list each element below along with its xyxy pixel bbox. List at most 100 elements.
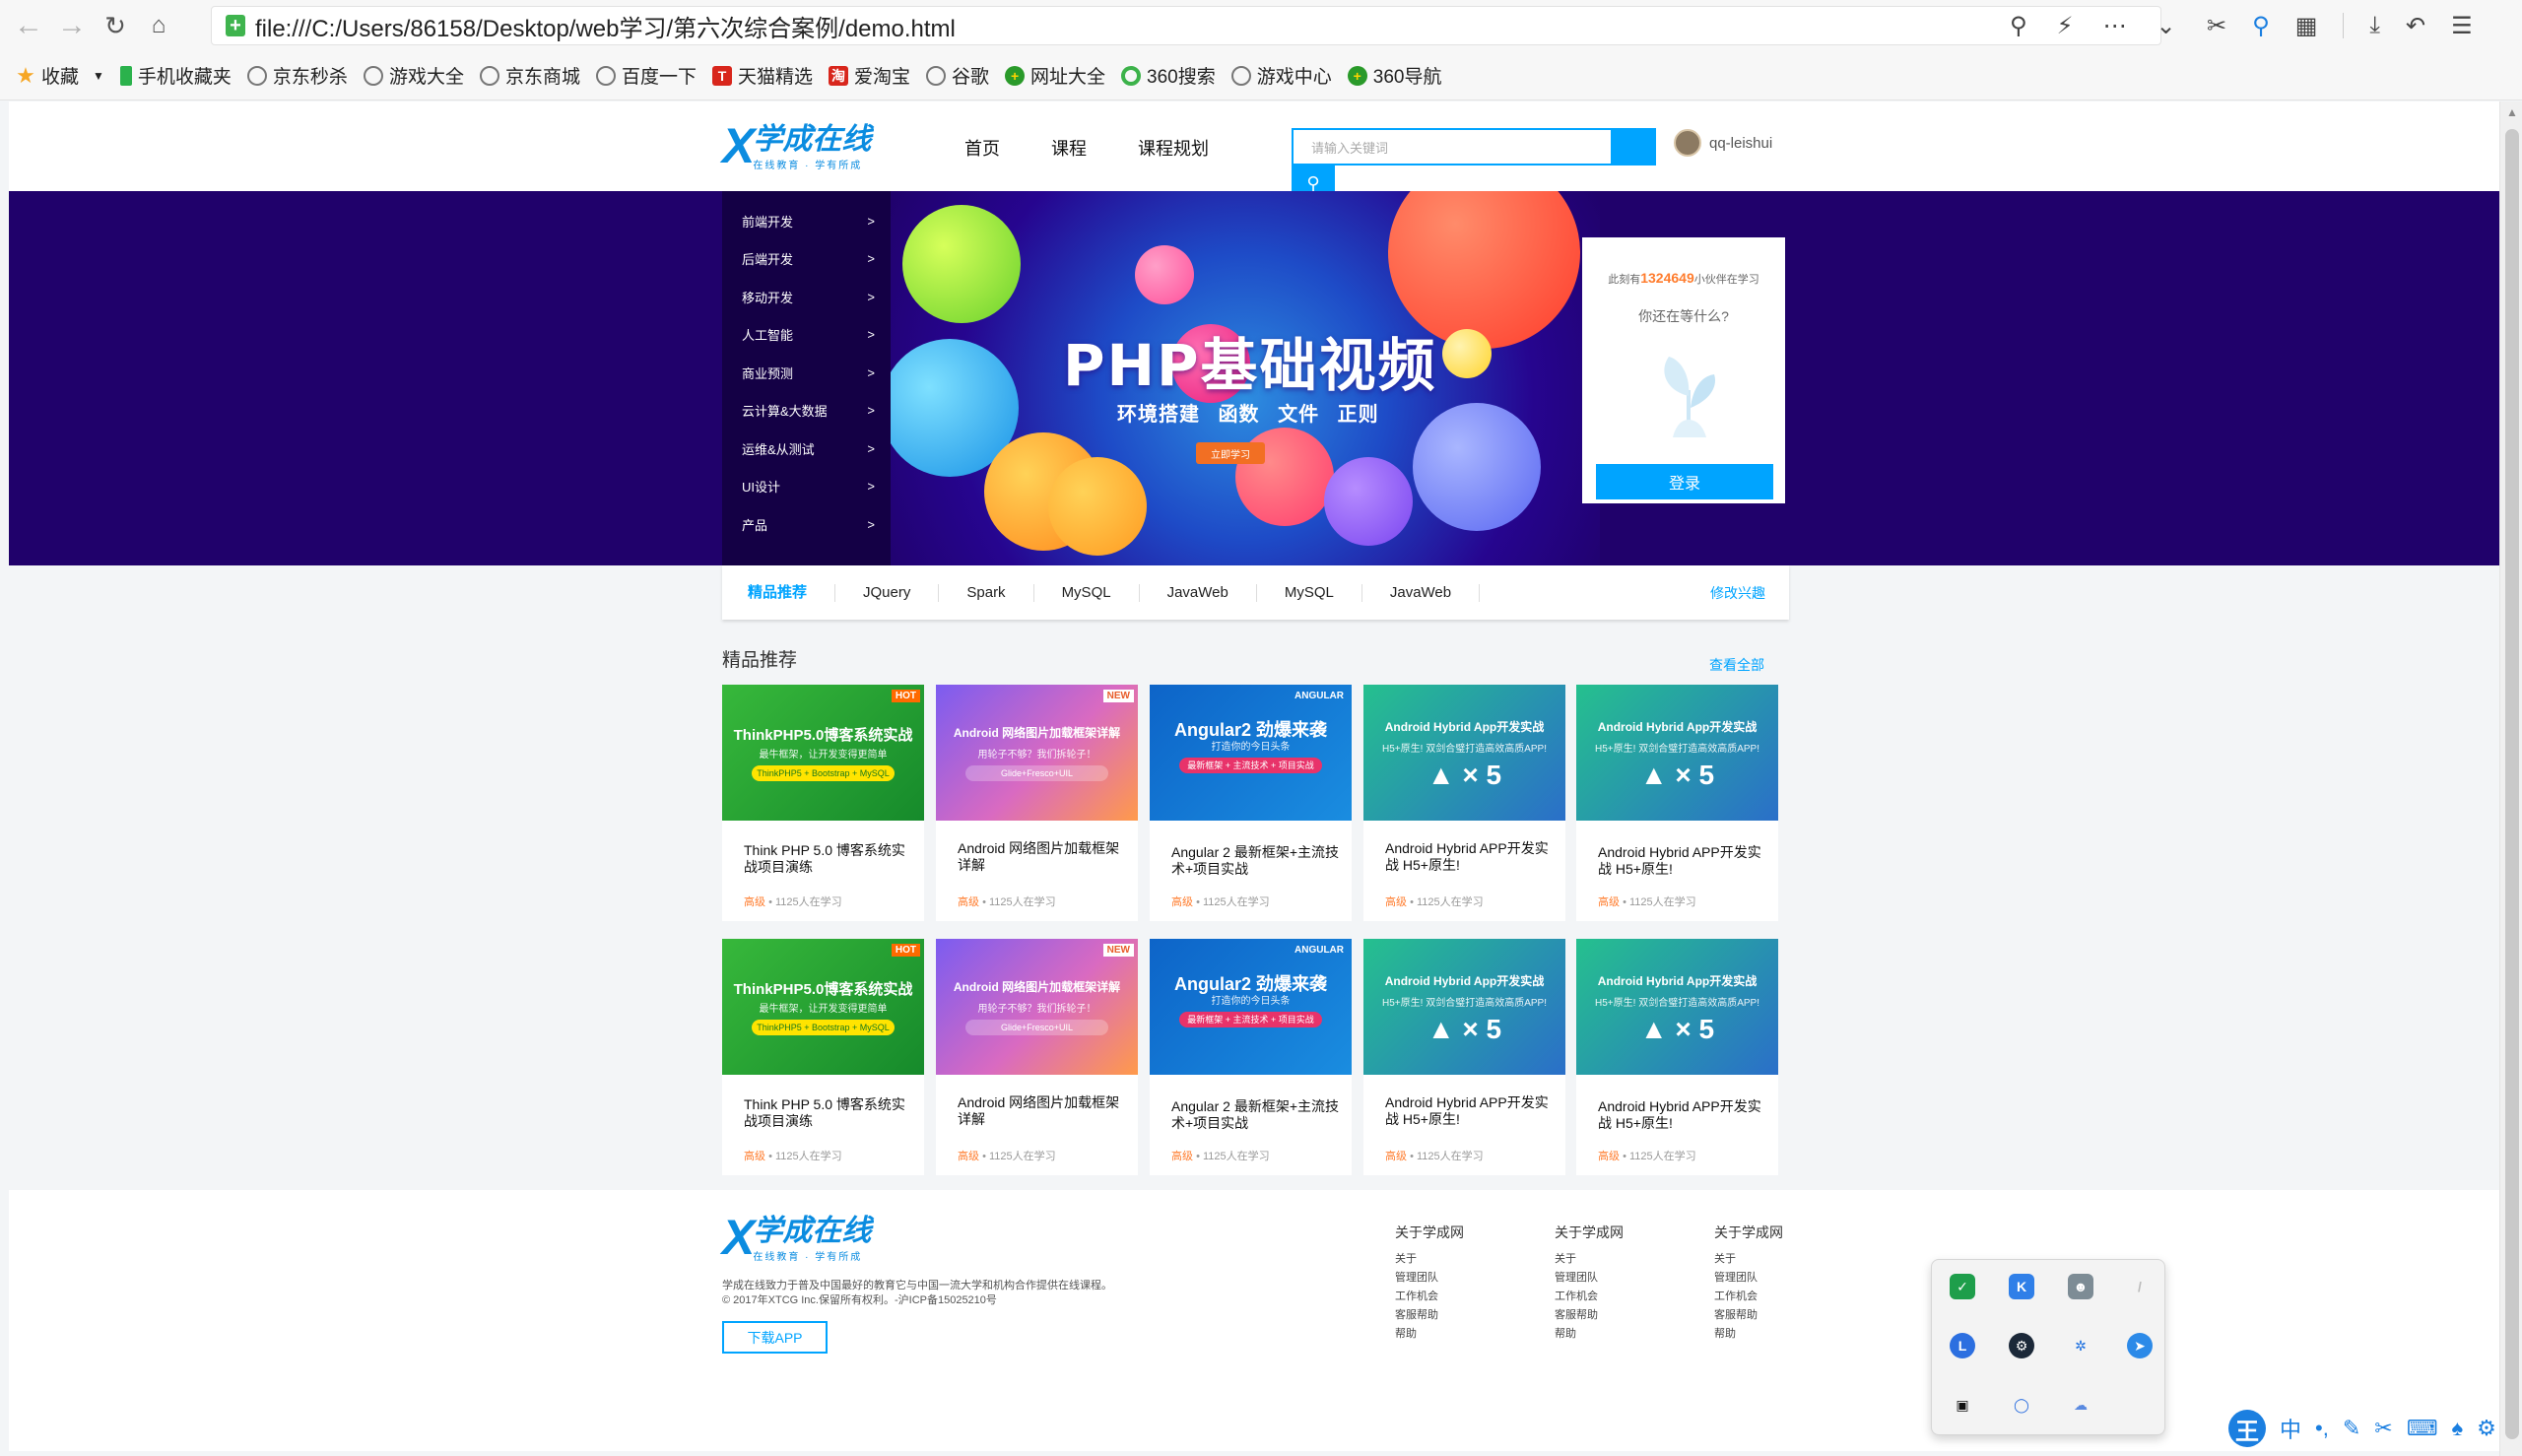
course-title[interactable]: Android Hybrid APP开发实战 H5+原生!: [1598, 1098, 1770, 1132]
bookmark-taobao[interactable]: 淘爱淘宝: [829, 62, 910, 89]
footer-link[interactable]: 管理团队: [1714, 1269, 1783, 1288]
scissors-icon[interactable]: ✂: [2374, 1416, 2392, 1441]
footer-link[interactable]: 管理团队: [1395, 1269, 1464, 1288]
zoom-search-icon[interactable]: ⚲: [2010, 12, 2027, 40]
download-icon[interactable]: ⤓: [2369, 12, 2380, 39]
forward-icon[interactable]: →: [57, 11, 87, 40]
course-thumbnail[interactable]: NEW Android 网络图片加载框架详解 用轮子不够？我们拆轮子！ Glide+F…: [936, 685, 1138, 821]
category-item[interactable]: 商业预测 >: [722, 354, 891, 392]
site-logo[interactable]: X 学成在线 在线教育 · 学有所成: [722, 121, 871, 171]
footer-link[interactable]: 关于: [1395, 1250, 1464, 1269]
bookmark-baidu[interactable]: 百度一下: [595, 62, 697, 89]
course-thumbnail[interactable]: NEW Android 网络图片加载框架详解 用轮子不够？我们拆轮子！ Glide+F…: [936, 939, 1138, 1075]
settings-icon[interactable]: ⚙: [2477, 1416, 2496, 1441]
edit-interests-link[interactable]: 修改兴趣: [1710, 583, 1765, 603]
bookmark-favorites[interactable]: ★ 收藏 ▼: [16, 62, 104, 89]
chevron-down-icon[interactable]: ⌄: [2156, 12, 2175, 40]
user-menu[interactable]: qq-leishui: [1674, 129, 1772, 157]
footer-link[interactable]: 工作机会: [1555, 1288, 1624, 1306]
tab-featured[interactable]: 精品推荐: [722, 583, 836, 602]
nav-course-plan[interactable]: 课程规划: [1138, 135, 1209, 161]
user-app-icon[interactable]: ☻: [2068, 1274, 2093, 1299]
bookmark-360nav[interactable]: +360导航: [1347, 62, 1441, 89]
course-title[interactable]: Android Hybrid APP开发实战 H5+原生!: [1385, 1094, 1558, 1128]
category-item[interactable]: UI设计 >: [722, 468, 891, 506]
course-title[interactable]: Angular 2 最新框架+主流技术+项目实战: [1171, 1098, 1344, 1132]
shirt-icon[interactable]: ♠: [2451, 1416, 2463, 1441]
ime-mode[interactable]: 中: [2280, 1413, 2301, 1444]
tab-javaweb-2[interactable]: JavaWeb: [1362, 583, 1481, 602]
course-thumbnail[interactable]: Android Hybrid App开发实战 H5+原生! 双剑合璧打造高效高质A…: [1363, 685, 1565, 821]
course-card[interactable]: Android Hybrid App开发实战 H5+原生! 双剑合璧打造高效高质A…: [1363, 939, 1565, 1175]
category-item[interactable]: 前端开发 >: [722, 202, 891, 240]
course-card[interactable]: Android Hybrid App开发实战 H5+原生! 双剑合璧打造高效高质A…: [1576, 939, 1778, 1175]
course-thumbnail[interactable]: HOT ThinkPHP5.0博客系统实战 最牛框架，让开发变得更简单 ThinkPH…: [722, 685, 924, 821]
course-title[interactable]: Think PHP 5.0 博客系统实战项目演练: [744, 1096, 916, 1130]
course-card[interactable]: Android Hybrid App开发实战 H5+原生! 双剑合璧打造高效高质A…: [1576, 685, 1778, 921]
footer-link[interactable]: 客服帮助: [1714, 1306, 1783, 1325]
footer-logo[interactable]: X 学成在线 在线教育 · 学有所成: [722, 1213, 871, 1263]
reload-icon[interactable]: ↻: [100, 11, 130, 40]
back-icon[interactable]: ←: [14, 11, 43, 40]
bookmark-google[interactable]: 谷歌: [926, 62, 989, 89]
caret-down-icon[interactable]: ▼: [93, 69, 104, 83]
search-input[interactable]: 请输入关键词: [1292, 128, 1613, 165]
category-item[interactable]: 移动开发 >: [722, 278, 891, 316]
footer-link[interactable]: 关于: [1714, 1250, 1783, 1269]
scroll-up-icon[interactable]: ▲: [2506, 105, 2518, 119]
scrollbar-thumb[interactable]: [2505, 129, 2519, 1439]
course-title[interactable]: Angular 2 最新框架+主流技术+项目实战: [1171, 844, 1344, 878]
page-scrollbar[interactable]: ▲: [2499, 101, 2522, 1456]
course-card[interactable]: HOT ThinkPHP5.0博客系统实战 最牛框架，让开发变得更简单 ThinkPH…: [722, 685, 924, 921]
pencil-icon[interactable]: ✎: [2343, 1416, 2360, 1441]
footer-link[interactable]: 工作机会: [1714, 1288, 1783, 1306]
category-item[interactable]: 人工智能 >: [722, 316, 891, 355]
clock-app-icon[interactable]: L: [1950, 1333, 1975, 1358]
course-title[interactable]: Android Hybrid APP开发实战 H5+原生!: [1385, 840, 1558, 874]
nav-home[interactable]: 首页: [964, 135, 1000, 161]
tab-javaweb[interactable]: JavaWeb: [1140, 583, 1257, 602]
bookmark-hao[interactable]: + 网址大全: [1005, 62, 1105, 89]
more-icon[interactable]: ⋯: [2102, 12, 2126, 40]
footer-link[interactable]: 帮助: [1395, 1325, 1464, 1344]
bookmark-gamecenter[interactable]: 游戏中心: [1230, 62, 1332, 89]
category-item[interactable]: 产品 >: [722, 505, 891, 544]
bookmark-mobile[interactable]: 手机收藏夹: [119, 62, 232, 89]
tab-mysql[interactable]: MySQL: [1034, 583, 1140, 602]
pen-icon[interactable]: /: [2127, 1274, 2153, 1299]
course-title[interactable]: Think PHP 5.0 博客系统实战项目演练: [744, 842, 916, 876]
banner-image[interactable]: PHP基础视频 环境搭建 函数 文件 正则 立即学习: [891, 191, 1600, 565]
footer-link[interactable]: 客服帮助: [1395, 1306, 1464, 1325]
course-card[interactable]: ANGULAR Angular2 劲爆来袭 打造你的今日头条 最新框架 + 主流技术 …: [1150, 939, 1352, 1175]
course-thumbnail[interactable]: Android Hybrid App开发实战 H5+原生! 双剑合璧打造高效高质A…: [1363, 939, 1565, 1075]
search-submit-button[interactable]: [1613, 128, 1656, 165]
address-url[interactable]: file:///C:/Users/86158/Desktop/web学习/第六次…: [255, 9, 956, 43]
address-bar[interactable]: + file:///C:/Users/86158/Desktop/web学习/第…: [211, 6, 2161, 45]
footer-link[interactable]: 工作机会: [1395, 1288, 1464, 1306]
punctuation-icon[interactable]: •,: [2315, 1416, 2329, 1441]
home-icon[interactable]: ⌂: [144, 11, 173, 40]
course-title[interactable]: Android 网络图片加载框架详解: [958, 840, 1130, 874]
tab-spark[interactable]: Spark: [939, 583, 1034, 602]
course-card[interactable]: NEW Android 网络图片加载框架详解 用轮子不够？我们拆轮子！ Glide+F…: [936, 685, 1138, 921]
course-thumbnail[interactable]: HOT ThinkPHP5.0博客系统实战 最牛框架，让开发变得更简单 ThinkPH…: [722, 939, 924, 1075]
circle-app-icon[interactable]: ◯: [2009, 1392, 2034, 1418]
undo-icon[interactable]: ↶: [2406, 12, 2425, 40]
course-card[interactable]: Android Hybrid App开发实战 H5+原生! 双剑合璧打造高效高质A…: [1363, 685, 1565, 921]
footer-link[interactable]: 客服帮助: [1555, 1306, 1624, 1325]
download-app-button[interactable]: 下载APP: [722, 1321, 828, 1354]
category-item[interactable]: 云计算&大数据 >: [722, 392, 891, 430]
bookmark-games[interactable]: 游戏大全: [363, 62, 464, 89]
footer-link[interactable]: 帮助: [1555, 1325, 1624, 1344]
k-app-icon[interactable]: K: [2009, 1274, 2034, 1299]
footer-link[interactable]: 帮助: [1714, 1325, 1783, 1344]
tab-jquery[interactable]: JQuery: [835, 583, 940, 602]
nav-courses[interactable]: 课程: [1051, 135, 1087, 161]
tab-mysql-2[interactable]: MySQL: [1257, 583, 1362, 602]
footer-link[interactable]: 关于: [1555, 1250, 1624, 1269]
footer-link[interactable]: 管理团队: [1555, 1269, 1624, 1288]
login-button[interactable]: 登录: [1596, 464, 1773, 499]
search-tool-icon[interactable]: ⚲: [2252, 12, 2270, 40]
lightning-icon[interactable]: ⚡: [2057, 12, 2074, 40]
course-card[interactable]: ANGULAR Angular2 劲爆来袭 打造你的今日头条 最新框架 + 主流技术 …: [1150, 685, 1352, 921]
